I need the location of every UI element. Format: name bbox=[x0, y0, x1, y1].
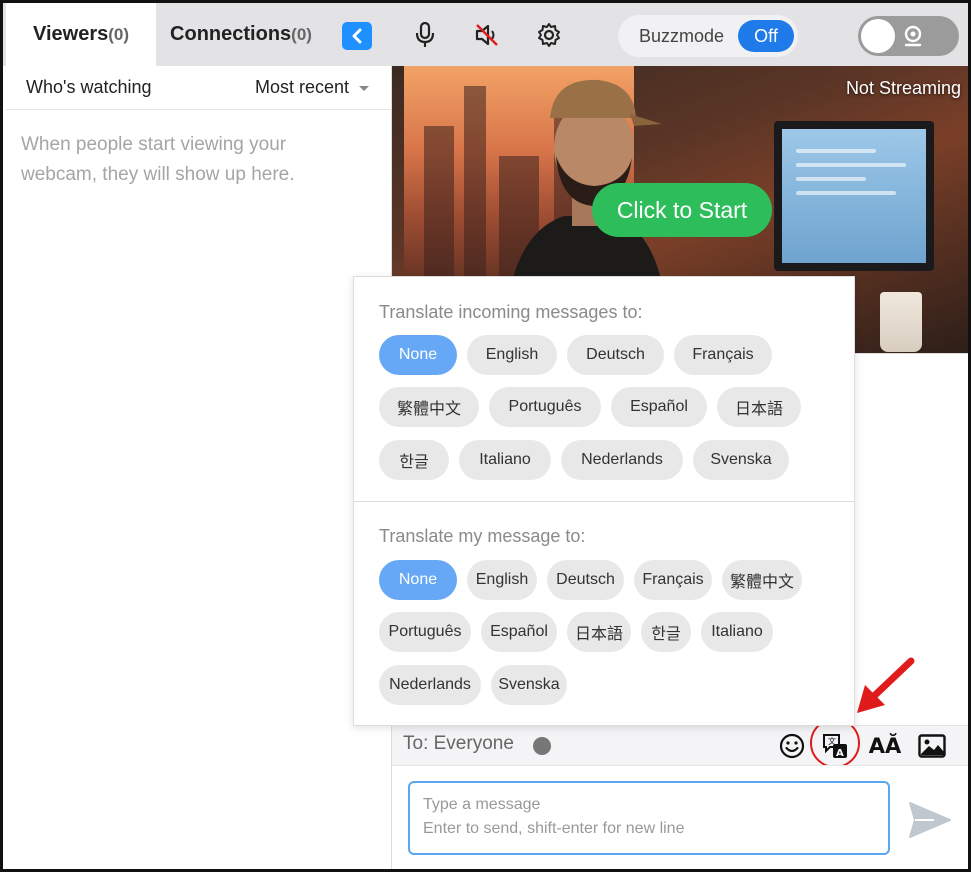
outgoing-translate-title: Translate my message to: bbox=[379, 526, 586, 546]
emoji-button[interactable] bbox=[777, 731, 807, 761]
image-icon bbox=[918, 734, 946, 758]
outgoing-option-italiano[interactable]: Italiano bbox=[701, 612, 773, 652]
tab-viewers[interactable]: Viewers (0) bbox=[6, 3, 156, 66]
incoming-option-italiano[interactable]: Italiano bbox=[459, 440, 551, 480]
incoming-option-korean[interactable]: 한글 bbox=[379, 440, 449, 480]
outgoing-option-portugues[interactable]: Português bbox=[379, 612, 471, 652]
recipient-status-dot bbox=[533, 737, 551, 755]
tab-viewers-count: (0) bbox=[108, 24, 130, 44]
stream-status: Not Streaming bbox=[845, 78, 961, 98]
buzzmode-state: Off bbox=[738, 20, 794, 52]
outgoing-option-espanol[interactable]: Español bbox=[481, 612, 557, 652]
outgoing-option-japanese[interactable]: 日本語 bbox=[567, 612, 631, 652]
tab-connections-label: Connections bbox=[170, 23, 292, 45]
outgoing-option-deutsch[interactable]: Deutsch bbox=[547, 560, 624, 600]
incoming-option-japanese[interactable]: 日本語 bbox=[717, 387, 801, 427]
popup-divider bbox=[354, 501, 854, 502]
viewers-empty-message: When people start viewing your webcam, t… bbox=[21, 134, 295, 185]
webcam-toggle[interactable] bbox=[858, 16, 959, 56]
microphone-icon bbox=[415, 22, 435, 47]
outgoing-option-svenska[interactable]: Svenska bbox=[491, 665, 567, 705]
chat-toolbar: To: Everyone 文 A AĂ bbox=[392, 718, 968, 768]
caret-down-icon bbox=[359, 86, 369, 91]
message-placeholder-line2: Enter to send, shift-enter for new line bbox=[423, 820, 685, 837]
incoming-option-deutsch[interactable]: Deutsch bbox=[567, 335, 664, 375]
outgoing-option-nederlands[interactable]: Nederlands bbox=[379, 665, 481, 705]
tab-connections-count: (0) bbox=[291, 24, 312, 44]
annotation-arrow-icon bbox=[857, 657, 915, 713]
incoming-option-svenska[interactable]: Svenska bbox=[693, 440, 789, 480]
microphone-button[interactable] bbox=[410, 20, 440, 50]
outgoing-option-none[interactable]: None bbox=[379, 560, 457, 600]
font-style-button[interactable]: AĂ bbox=[868, 731, 902, 761]
incoming-translate-title: Translate incoming messages to: bbox=[379, 302, 643, 322]
who-watching-label: Who's watching bbox=[26, 77, 152, 97]
emoji-icon bbox=[779, 733, 805, 759]
incoming-option-portugues[interactable]: Português bbox=[489, 387, 601, 427]
incoming-option-francais[interactable]: Français bbox=[674, 335, 772, 375]
buzzmode-label: Buzzmode bbox=[639, 25, 725, 46]
tab-connections[interactable]: Connections (0) bbox=[156, 3, 326, 66]
message-placeholder-line1: Type a message bbox=[423, 796, 541, 813]
image-upload-button[interactable] bbox=[917, 731, 947, 761]
start-stream-button[interactable]: Click to Start bbox=[592, 183, 772, 237]
tab-viewers-label: Viewers bbox=[32, 23, 109, 45]
outgoing-option-chinese[interactable]: 繁體中文 bbox=[722, 560, 802, 600]
message-input[interactable]: Type a message Enter to send, shift-ente… bbox=[408, 781, 890, 855]
outgoing-option-francais[interactable]: Français bbox=[634, 560, 712, 600]
message-input-area: Type a message Enter to send, shift-ente… bbox=[392, 765, 968, 869]
outgoing-option-english[interactable]: English bbox=[467, 560, 537, 600]
webcam-icon bbox=[904, 25, 922, 47]
outgoing-option-korean[interactable]: 한글 bbox=[641, 612, 691, 652]
recipient-selector[interactable]: To: Everyone bbox=[403, 733, 514, 755]
send-icon[interactable] bbox=[908, 800, 952, 840]
top-bar: Viewers (0) Connections (0) Buzzmode Off bbox=[3, 3, 968, 66]
app-window: Viewers (0) Connections (0) Buzzmode Off… bbox=[0, 0, 971, 872]
sort-label: Most recent bbox=[254, 77, 349, 97]
toggle-knob bbox=[861, 19, 895, 53]
sort-dropdown[interactable]: Most recent bbox=[255, 77, 369, 98]
viewers-panel: Who's watching Most recent When people s… bbox=[6, 66, 392, 869]
speaker-muted-icon bbox=[475, 24, 498, 46]
monitor-image bbox=[774, 121, 934, 271]
coffee-cup-image bbox=[880, 292, 922, 352]
incoming-option-english[interactable]: English bbox=[467, 335, 557, 375]
incoming-option-espanol[interactable]: Español bbox=[611, 387, 707, 427]
chevron-left-icon bbox=[352, 28, 362, 44]
incoming-option-chinese[interactable]: 繁體中文 bbox=[379, 387, 479, 427]
incoming-option-nederlands[interactable]: Nederlands bbox=[561, 440, 683, 480]
buzzmode-toggle[interactable]: Buzzmode Off bbox=[618, 15, 798, 57]
translate-popup: Translate incoming messages to: None Eng… bbox=[353, 276, 855, 726]
viewers-filter-row: Who's watching Most recent bbox=[6, 66, 391, 110]
collapse-panel-button[interactable] bbox=[342, 22, 372, 50]
settings-button[interactable] bbox=[534, 20, 564, 50]
gear-icon bbox=[538, 23, 560, 47]
incoming-option-none[interactable]: None bbox=[379, 335, 457, 375]
speaker-button[interactable] bbox=[472, 20, 502, 50]
